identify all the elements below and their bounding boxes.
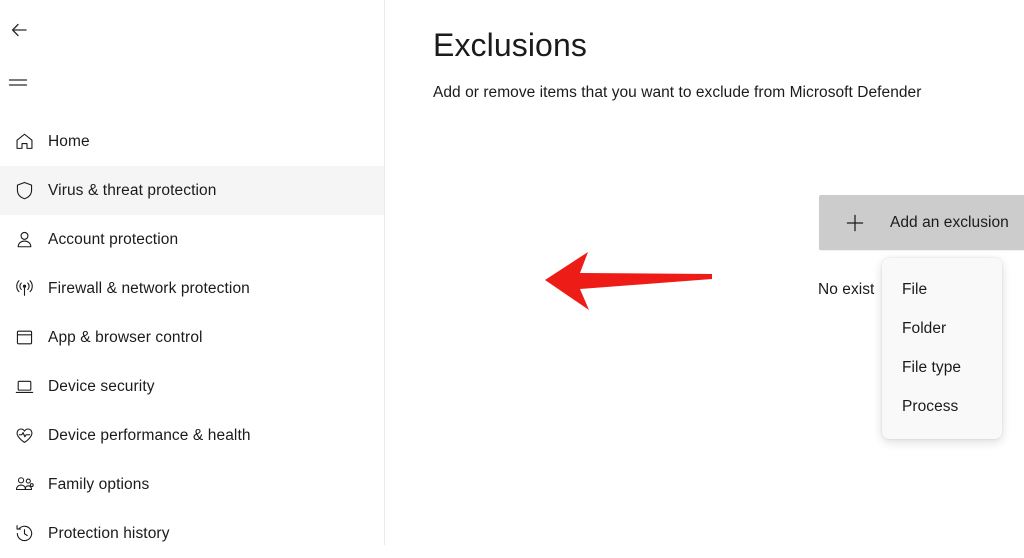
page-title: Exclusions bbox=[433, 27, 587, 63]
sidebar-item-app-browser-control[interactable]: App & browser control bbox=[0, 313, 384, 362]
dropdown-item-folder[interactable]: Folder bbox=[882, 309, 1002, 348]
people-group-icon bbox=[0, 474, 48, 495]
back-button[interactable] bbox=[0, 10, 44, 50]
app-window-icon bbox=[0, 327, 48, 348]
home-icon bbox=[0, 131, 48, 152]
no-existing-exclusions-text: No exist bbox=[818, 281, 875, 298]
page-subtitle: Add or remove items that you want to exc… bbox=[433, 83, 922, 101]
sidebar-item-label: Protection history bbox=[48, 524, 170, 542]
add-an-exclusion-button[interactable]: Add an exclusion bbox=[819, 195, 1024, 250]
security-app-window: Home Virus & threat protection Account p… bbox=[0, 0, 1024, 545]
sidebar-item-protection-history[interactable]: Protection history bbox=[0, 509, 384, 558]
sidebar-item-account-protection[interactable]: Account protection bbox=[0, 215, 384, 264]
dropdown-item-file-type[interactable]: File type bbox=[882, 348, 1002, 387]
main-content: Exclusions Add or remove items that you … bbox=[385, 0, 1024, 545]
sidebar-header bbox=[0, 0, 384, 104]
add-button-label: Add an exclusion bbox=[890, 213, 1009, 231]
wifi-broadcast-icon bbox=[0, 278, 48, 299]
shield-icon bbox=[0, 180, 48, 201]
sidebar-item-label: Account protection bbox=[48, 230, 179, 248]
dropdown-item-file[interactable]: File bbox=[882, 270, 1002, 309]
history-clock-icon bbox=[0, 523, 48, 544]
sidebar-item-virus-threat-protection[interactable]: Virus & threat protection bbox=[0, 166, 384, 215]
person-icon bbox=[0, 229, 48, 250]
sidebar-item-device-performance-health[interactable]: Device performance & health bbox=[0, 411, 384, 460]
dropdown-item-label: File bbox=[902, 280, 928, 298]
sidebar-item-home[interactable]: Home bbox=[0, 117, 384, 166]
dropdown-item-process[interactable]: Process bbox=[882, 387, 1002, 426]
sidebar-item-firewall-network-protection[interactable]: Firewall & network protection bbox=[0, 264, 384, 313]
plus-icon bbox=[844, 212, 866, 234]
sidebar-item-label: Virus & threat protection bbox=[48, 181, 217, 199]
sidebar-item-device-security[interactable]: Device security bbox=[0, 362, 384, 411]
sidebar-item-family-options[interactable]: Family options bbox=[0, 460, 384, 509]
heart-pulse-icon bbox=[0, 425, 48, 446]
dropdown-item-label: Folder bbox=[902, 319, 947, 337]
sidebar-item-label: Family options bbox=[48, 475, 150, 493]
sidebar-item-label: Device security bbox=[48, 377, 155, 395]
sidebar-item-label: Home bbox=[48, 132, 90, 150]
sidebar-item-label: App & browser control bbox=[48, 328, 203, 346]
exclusion-type-dropdown-menu: File Folder File type Process bbox=[882, 258, 1002, 439]
sidebar-item-label: Firewall & network protection bbox=[48, 279, 250, 297]
hamburger-menu-button[interactable] bbox=[0, 64, 44, 104]
sidebar-navigation: Home Virus & threat protection Account p… bbox=[0, 0, 385, 545]
back-arrow-icon bbox=[8, 19, 30, 41]
laptop-icon bbox=[0, 376, 48, 397]
add-button-content: Add an exclusion bbox=[819, 212, 1009, 234]
dropdown-item-label: Process bbox=[902, 397, 959, 415]
hamburger-menu-icon bbox=[8, 77, 28, 91]
sidebar-item-label: Device performance & health bbox=[48, 426, 251, 444]
sidebar-item-list: Home Virus & threat protection Account p… bbox=[0, 117, 384, 558]
dropdown-item-label: File type bbox=[902, 358, 962, 376]
